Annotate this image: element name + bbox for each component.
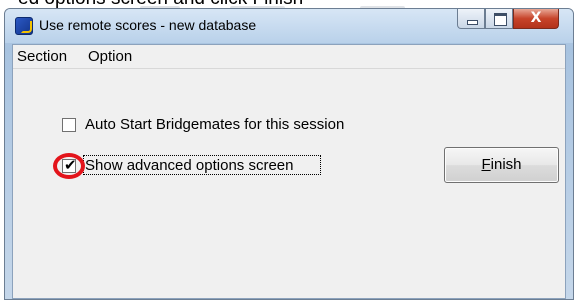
menu-option[interactable]: Option xyxy=(88,48,132,65)
close-button[interactable]: X xyxy=(513,9,559,29)
annotation-circle xyxy=(53,153,85,179)
minimize-button[interactable] xyxy=(457,9,485,29)
auto-start-label[interactable]: Auto Start Bridgemates for this session xyxy=(85,116,344,133)
finish-button[interactable]: Finish xyxy=(444,147,559,183)
finish-label: inish xyxy=(490,156,522,173)
close-icon: X xyxy=(530,10,542,26)
auto-start-checkbox[interactable] xyxy=(62,118,76,132)
menu-section[interactable]: Section xyxy=(17,48,67,65)
dialog-window: Use remote scores - new database X Secti… xyxy=(4,8,574,300)
dialog-client-area: Section Option Auto Start Bridgemates fo… xyxy=(12,44,566,299)
menu-bar: Section Option xyxy=(13,45,565,69)
title-bar[interactable]: Use remote scores - new database X xyxy=(5,9,573,43)
finish-mnemonic: F xyxy=(481,156,491,173)
advanced-options-label[interactable]: Show advanced options screen xyxy=(85,157,293,174)
screenshot: ed options screen and click Finish Use r… xyxy=(0,0,582,300)
maximize-button[interactable] xyxy=(485,9,513,29)
window-title: Use remote scores - new database xyxy=(39,17,257,33)
app-icon[interactable] xyxy=(15,17,33,35)
